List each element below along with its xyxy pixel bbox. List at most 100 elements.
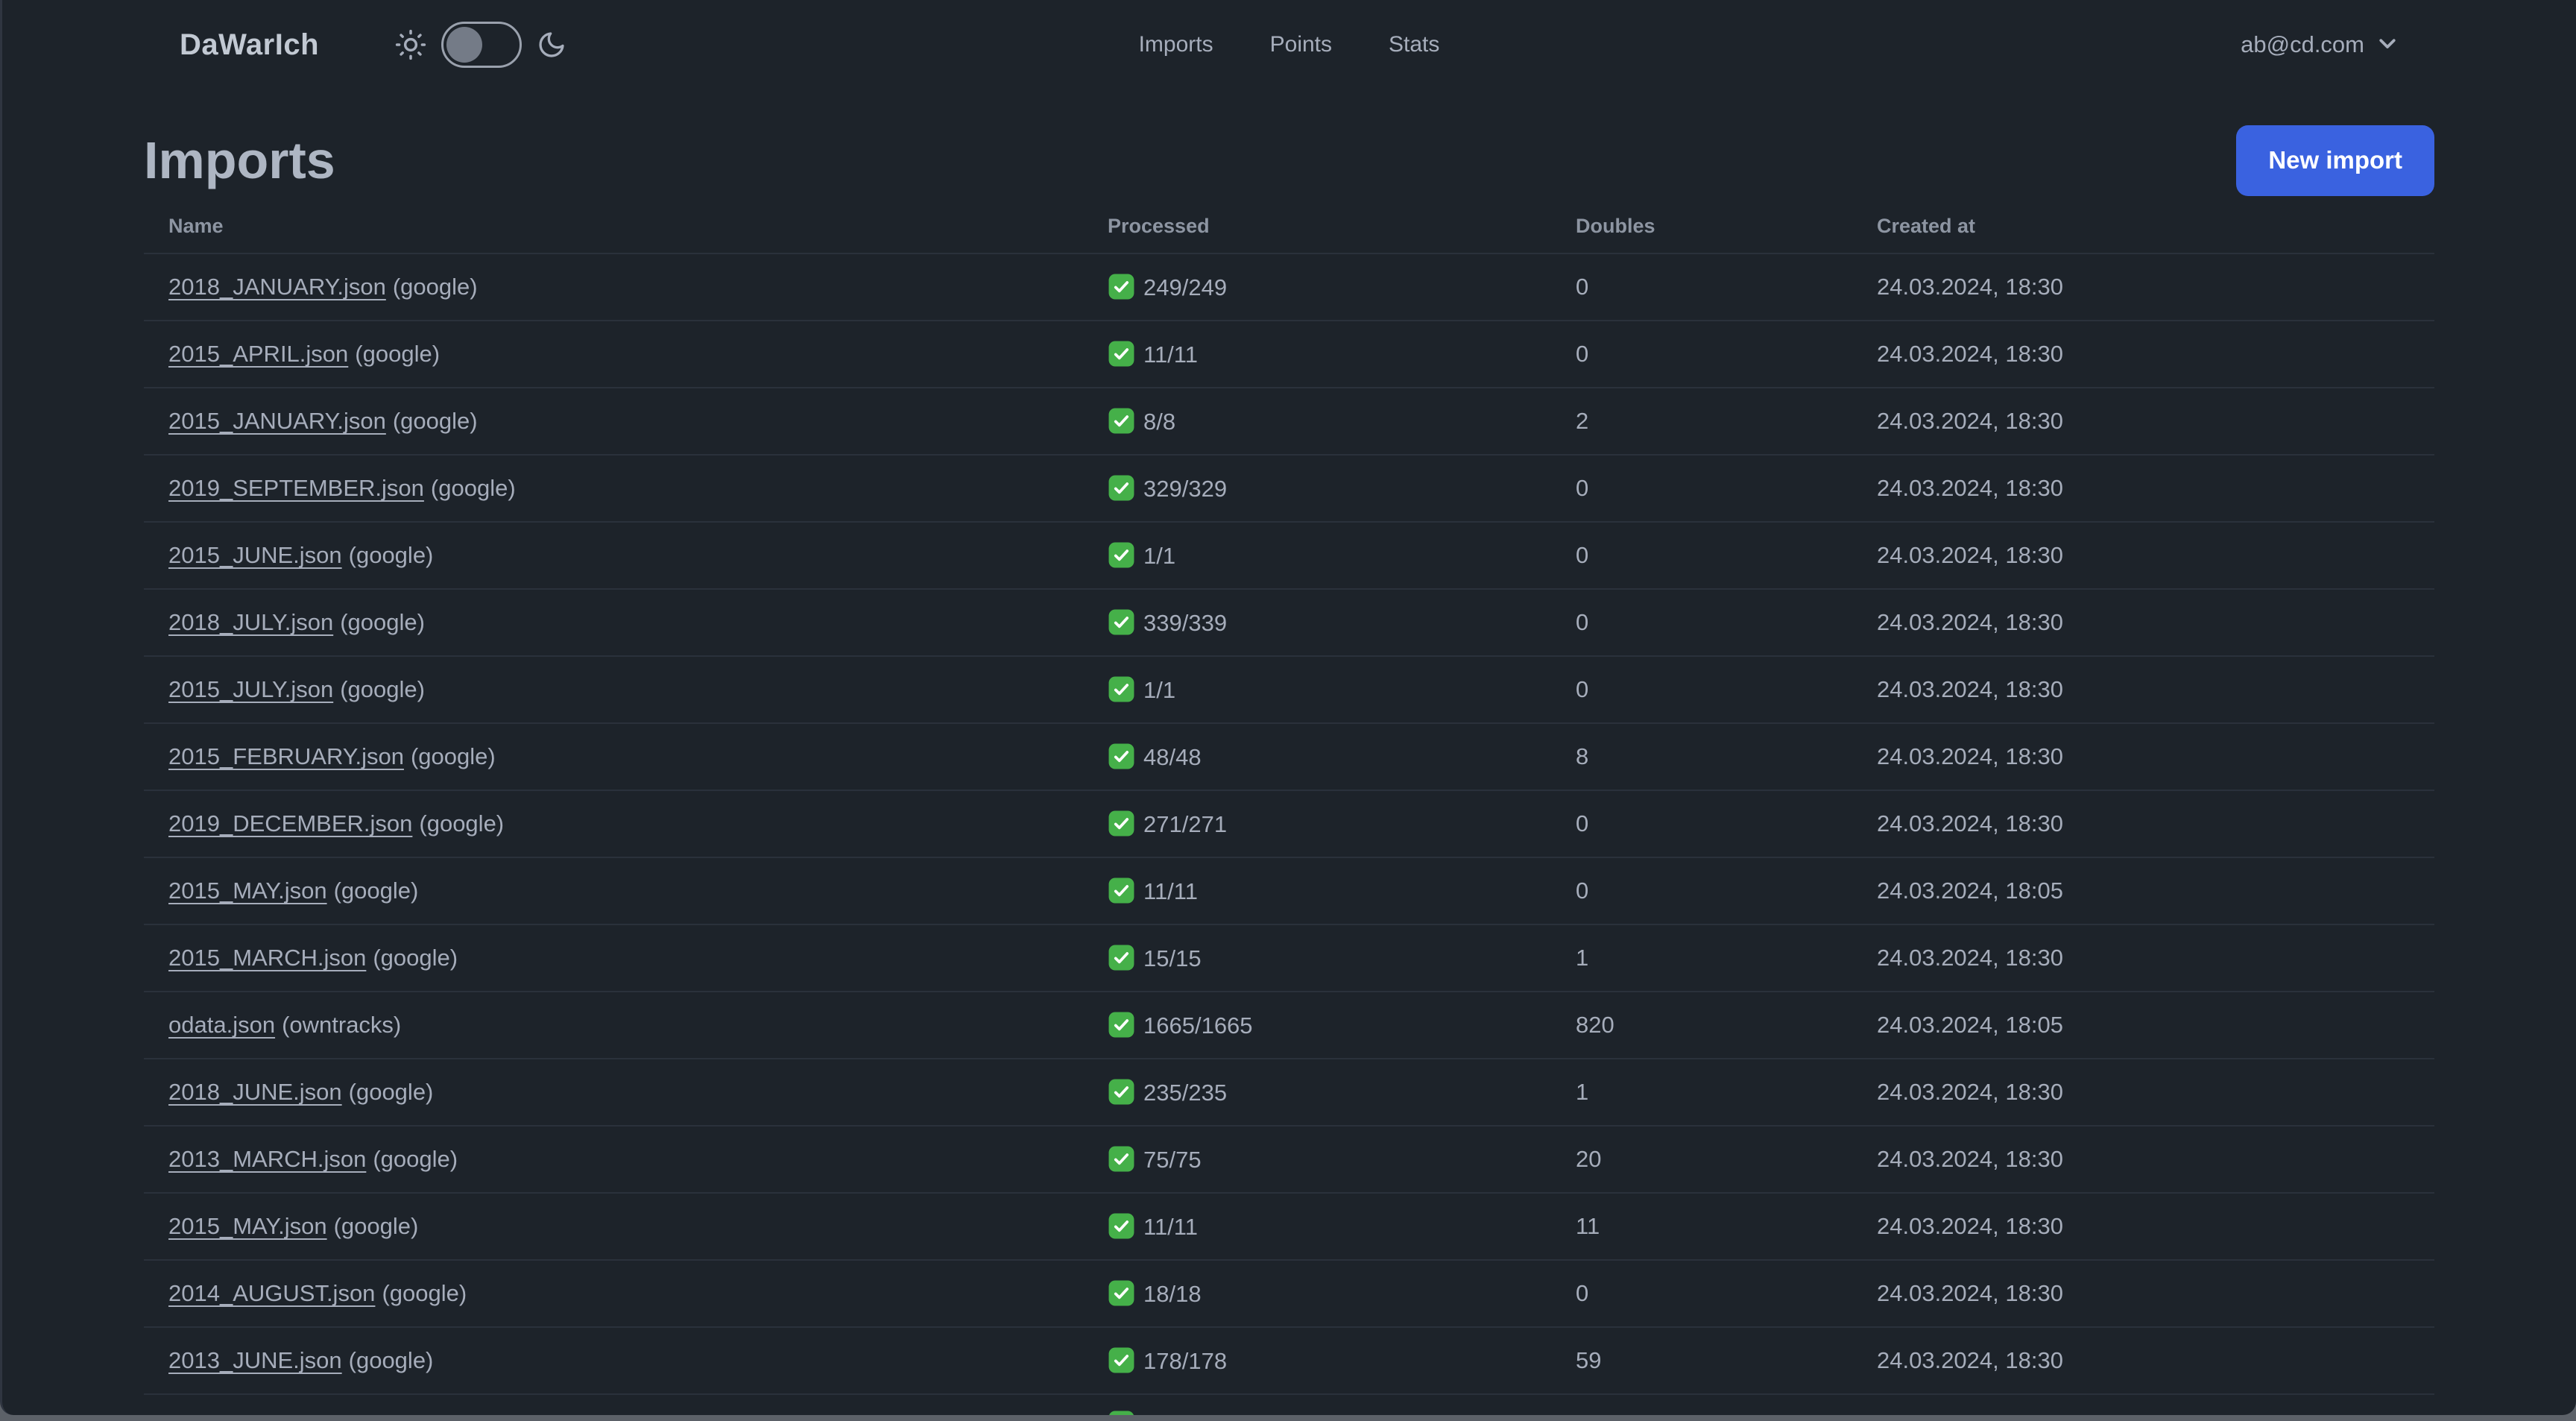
import-file-link[interactable]: 2013_MARCH.json [168,1146,366,1172]
doubles-count: 0 [1551,521,1852,589]
check-success-icon [1108,743,1135,770]
doubles-count: 20 [1551,1125,1852,1193]
processed-count: 75/75 [1143,1147,1202,1173]
import-file-link[interactable]: 2018_JULY.json [168,609,333,635]
import-file-link[interactable]: 2015_FEBRUARY.json [168,743,404,769]
created-at: 24.03.2024, 18:30 [1852,722,2434,790]
import-source: (google) [430,475,516,501]
doubles-count: 0 [1551,320,1852,388]
table-row: 2015_JUNE.json (google) 1/1 0 24.03.2024,… [144,521,2434,589]
import-source: (google) [340,676,425,702]
import-source: (google) [373,1146,458,1172]
import-source: (google) [340,609,425,635]
import-source: (google) [373,945,458,971]
import-file-link[interactable]: 2015_JUNE.json [168,542,342,568]
new-import-button[interactable]: New import [2236,125,2434,196]
theme-toggle[interactable] [441,22,523,68]
imports-table: Name Processed Doubles Created at 2018_J… [144,200,2434,1415]
check-success-icon [1108,1145,1135,1173]
nav-link-imports[interactable]: Imports [1139,32,1213,57]
created-at: 24.03.2024, 18:30 [1852,1192,2434,1260]
table-row: 2019_SEPTEMBER.json (google) 329/329 0 24… [144,454,2434,522]
doubles-count: 0 [1551,857,1852,924]
column-header-name: Name [168,215,224,237]
check-success-icon [1108,1212,1135,1240]
table-row: 2015_APRIL.json (google) 11/11 0 24.03.20… [144,320,2434,388]
import-file-link[interactable]: 2014_AUGUST.json [168,1280,375,1306]
import-file-link[interactable]: 2013_JUNE.json [168,1347,342,1373]
table-row: 2015_MAY.json (google) 11/11 0 24.03.2024… [144,857,2434,924]
doubles-count: 8 [1551,722,1852,790]
processed-count: 178/178 [1143,1348,1228,1374]
sun-icon [395,29,426,60]
import-file-link[interactable]: 2015_JULY.json [168,676,333,702]
processed-count: 18/18 [1143,1281,1202,1307]
import-file-link[interactable]: 2019_SEPTEMBER.json [168,475,424,501]
navbar-left: DaWarIch [180,22,566,68]
table-row: 2013_JUNE.json (google) 178/178 59 24.03.… [144,1326,2434,1394]
table-row: 2015_JULY.json (google) 1/1 0 24.03.2024,… [144,655,2434,723]
main-content: Imports New import Name Processed Double… [2,124,2576,1415]
import-file-link[interactable]: 2018_JANUARY.json [168,274,386,300]
processed-count: 235/235 [1143,1080,1228,1106]
processed-count: 249/249 [1143,274,1228,300]
theme-toggle-group [395,22,566,68]
import-file-link[interactable]: 2015_MAY.json [168,1213,327,1239]
created-at: 24.03.2024, 18:30 [1852,387,2434,455]
check-success-icon [1108,541,1135,569]
created-at: 24.03.2024, 18:30 [1852,454,2434,522]
doubles-count: 11 [1551,1192,1852,1260]
table-row: 2018_JULY.json (google) 339/339 0 24.03.2… [144,588,2434,656]
user-menu[interactable]: ab@cd.com [2241,31,2399,58]
column-header-processed: Processed [1108,215,1210,237]
created-at: 24.03.2024, 18:30 [1852,320,2434,388]
import-file-link[interactable]: 2018_JUNE.json [168,1079,342,1105]
check-success-icon [1108,944,1135,971]
processed-count: 11/11 [1143,341,1198,368]
import-file-link[interactable]: 2015_MARCH.json [168,945,366,971]
import-file-link[interactable]: 2015_MAY.json [168,878,327,904]
doubles-count: 2 [1551,387,1852,455]
import-file-link[interactable]: 2015_JANUARY.json [168,408,386,434]
theme-toggle-knob [446,27,483,63]
created-at: 24.03.2024, 18:30 [1852,655,2434,723]
navbar-links: Imports Points Stats [1139,0,1440,89]
nav-link-points[interactable]: Points [1270,32,1332,57]
moon-icon [537,30,566,60]
processed-count: 11/11 [1143,1214,1198,1240]
import-source: (google) [348,1347,434,1373]
nav-link-stats[interactable]: Stats [1389,32,1439,57]
import-file-link[interactable]: odata.json [168,1012,275,1038]
user-email: ab@cd.com [2241,31,2364,57]
import-file-link[interactable]: 2019_DECEMBER.json [168,810,412,836]
check-success-icon [1108,407,1135,435]
table-row: 2015_JANUARY.json (google) 8/8 2 24.03.20… [144,387,2434,455]
check-success-icon [1108,340,1135,368]
created-at: 24.03.2024, 18:05 [1852,991,2434,1059]
page-title: Imports [144,131,335,189]
processed-count: 48/48 [1143,744,1202,770]
table-row: 2015_MAY.json (google) 11/11 11 24.03.202… [144,1192,2434,1260]
page-header: Imports New import [144,124,2434,197]
table-row: 2015_FEBRUARY.json (google) 48/48 8 24.03… [144,722,2434,790]
check-success-icon [1108,810,1135,837]
app-logo[interactable]: DaWarIch [180,28,319,62]
import-source: (google) [392,408,478,434]
check-success-icon [1108,1279,1135,1307]
doubles-count: 0 [1551,790,1852,857]
table-row: 2018_JANUARY.json (google) 249/249 0 24.0… [144,253,2434,321]
processed-count: 1665/1665 [1143,1012,1253,1039]
import-source: (google) [348,1079,434,1105]
created-at: 24.03.2024, 18:30 [1852,253,2434,321]
doubles-count: 59 [1551,1326,1852,1394]
created-at: 24.03.2024, 18:30 [1852,1326,2434,1394]
imports-table-header: Name Processed Doubles Created at [144,200,2434,253]
import-source: (google) [333,878,419,904]
import-source: (owntracks) [282,1012,402,1038]
created-at: 24.03.2024, 18:30 [1852,521,2434,589]
processed-count: 1/1 [1143,543,1176,569]
table-row: 2015_MARCH.json (google) 15/15 1 24.03.20… [144,924,2434,992]
import-source: (google) [333,1213,419,1239]
import-file-link[interactable]: 2015_APRIL.json [168,341,348,367]
imports-table-body: 2018_JANUARY.json (google) 249/249 0 24.0… [144,253,2434,1415]
